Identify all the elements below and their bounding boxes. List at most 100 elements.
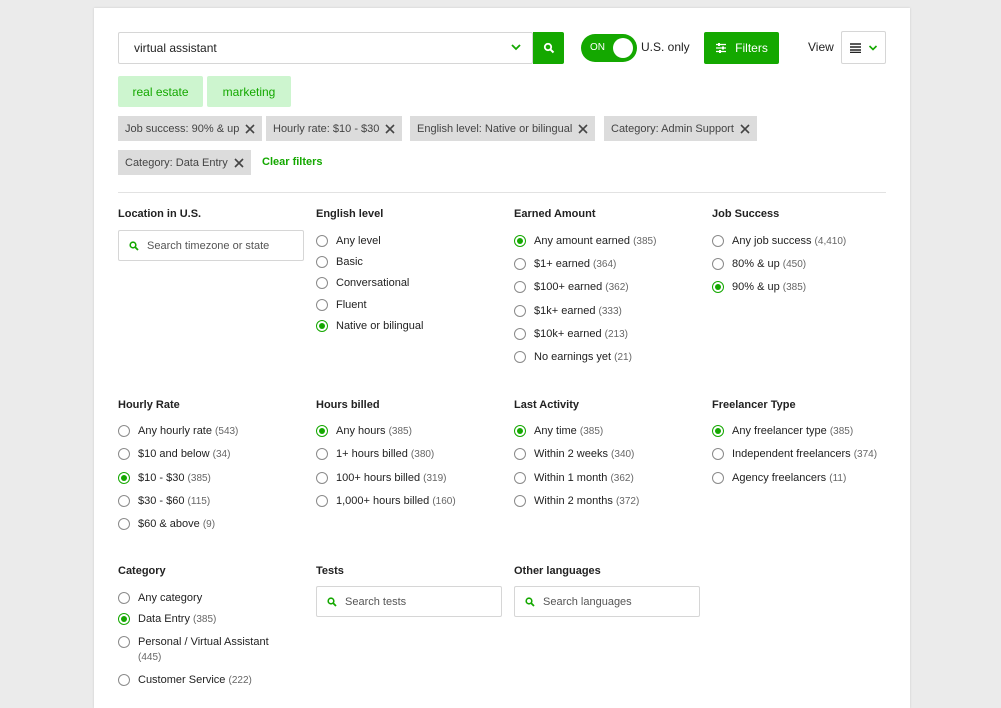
chevron-down-icon bbox=[868, 44, 877, 51]
radio-selected[interactable] bbox=[514, 425, 526, 437]
radio-option[interactable]: 1+ hours billed (380) bbox=[316, 448, 434, 461]
radio-option[interactable]: 80% & up (450) bbox=[712, 258, 806, 271]
option-text: Native or bilingual bbox=[336, 320, 424, 332]
radio-unselected[interactable] bbox=[118, 448, 130, 460]
radio-unselected[interactable] bbox=[118, 425, 130, 437]
radio-option[interactable]: 90% & up (385) bbox=[712, 281, 806, 294]
skill-tag-real-estate[interactable]: real estate bbox=[118, 76, 203, 107]
radio-unselected[interactable] bbox=[316, 299, 328, 311]
radio-unselected[interactable] bbox=[712, 258, 724, 270]
radio-option[interactable]: Any hourly rate (543) bbox=[118, 425, 238, 438]
radio-unselected[interactable] bbox=[514, 495, 526, 507]
radio-unselected[interactable] bbox=[316, 235, 328, 247]
radio-selected[interactable] bbox=[118, 472, 130, 484]
radio-option[interactable]: Independent freelancers (374) bbox=[712, 448, 877, 461]
radio-selected[interactable] bbox=[712, 425, 724, 437]
option-text: $10 and below bbox=[138, 448, 210, 460]
close-icon[interactable] bbox=[385, 123, 395, 134]
option-text: Any hours bbox=[336, 425, 386, 437]
filter-chip[interactable]: Category: Data Entry bbox=[118, 150, 251, 175]
radio-option[interactable]: Any freelancer type (385) bbox=[712, 425, 853, 438]
filters-button[interactable]: Filters bbox=[704, 32, 779, 64]
radio-option[interactable]: $10 and below (34) bbox=[118, 448, 230, 461]
radio-option[interactable]: Any amount earned (385) bbox=[514, 235, 656, 248]
filter-chip[interactable]: Hourly rate: $10 - $30 bbox=[266, 116, 403, 141]
radio-option[interactable]: $10k+ earned (213) bbox=[514, 328, 628, 341]
radio-option[interactable]: Any job success (4,410) bbox=[712, 235, 846, 248]
close-icon[interactable] bbox=[740, 123, 750, 134]
radio-unselected[interactable] bbox=[118, 674, 130, 686]
radio-selected[interactable] bbox=[514, 235, 526, 247]
radio-option[interactable]: Any category bbox=[118, 592, 202, 605]
search-button[interactable] bbox=[533, 32, 564, 64]
radio-unselected[interactable] bbox=[712, 448, 724, 460]
radio-unselected[interactable] bbox=[316, 277, 328, 289]
option-text: Independent freelancers bbox=[732, 448, 851, 460]
radio-selected[interactable] bbox=[316, 320, 328, 332]
radio-option[interactable]: $1k+ earned (333) bbox=[514, 305, 622, 318]
option-count: (222) bbox=[228, 675, 252, 686]
radio-option[interactable]: $30 - $60 (115) bbox=[118, 495, 210, 508]
radio-option[interactable]: Customer Service (222) bbox=[118, 674, 252, 687]
radio-unselected[interactable] bbox=[118, 636, 130, 648]
radio-option[interactable]: Any level bbox=[316, 235, 381, 248]
radio-option[interactable]: 100+ hours billed (319) bbox=[316, 472, 447, 485]
radio-option[interactable]: Any time (385) bbox=[514, 425, 603, 438]
radio-unselected[interactable] bbox=[514, 258, 526, 270]
filter-chip[interactable]: Category: Admin Support bbox=[604, 116, 757, 141]
skill-tag-marketing[interactable]: marketing bbox=[207, 76, 291, 107]
radio-option[interactable]: Conversational bbox=[316, 277, 409, 290]
filter-chip[interactable]: English level: Native or bilingual bbox=[410, 116, 596, 141]
radio-selected[interactable] bbox=[316, 425, 328, 437]
location-search-input[interactable]: Search timezone or state bbox=[118, 230, 304, 261]
radio-option[interactable]: Personal / Virtual Assistant (445) bbox=[118, 636, 298, 664]
radio-unselected[interactable] bbox=[514, 281, 526, 293]
radio-unselected[interactable] bbox=[118, 592, 130, 604]
radio-option[interactable]: $1+ earned (364) bbox=[514, 258, 616, 271]
close-icon[interactable] bbox=[245, 123, 255, 134]
radio-option[interactable]: Within 2 months (372) bbox=[514, 495, 639, 508]
radio-selected[interactable] bbox=[118, 613, 130, 625]
radio-unselected[interactable] bbox=[514, 305, 526, 317]
radio-option[interactable]: Data Entry (385) bbox=[118, 613, 216, 626]
section-title-tests: Tests bbox=[316, 565, 344, 577]
radio-unselected[interactable] bbox=[514, 472, 526, 484]
radio-option[interactable]: 1,000+ hours billed (160) bbox=[316, 495, 456, 508]
radio-selected[interactable] bbox=[712, 281, 724, 293]
close-icon[interactable] bbox=[578, 123, 588, 134]
tests-search-input[interactable]: Search tests bbox=[316, 586, 502, 617]
radio-option[interactable]: $60 & above (9) bbox=[118, 518, 215, 531]
radio-unselected[interactable] bbox=[514, 448, 526, 460]
radio-unselected[interactable] bbox=[118, 518, 130, 530]
radio-unselected[interactable] bbox=[712, 472, 724, 484]
view-select[interactable] bbox=[841, 31, 886, 64]
radio-unselected[interactable] bbox=[316, 495, 328, 507]
chevron-down-icon[interactable] bbox=[510, 41, 522, 53]
tests-placeholder: Search tests bbox=[345, 595, 407, 608]
radio-option[interactable]: No earnings yet (21) bbox=[514, 351, 632, 364]
radio-unselected[interactable] bbox=[316, 256, 328, 268]
radio-option[interactable]: Basic bbox=[316, 256, 363, 269]
radio-option[interactable]: $100+ earned (362) bbox=[514, 281, 629, 294]
us-only-toggle[interactable]: ON bbox=[581, 34, 637, 62]
radio-option[interactable]: Any hours (385) bbox=[316, 425, 412, 438]
radio-unselected[interactable] bbox=[514, 351, 526, 363]
radio-option[interactable]: Native or bilingual bbox=[316, 320, 423, 333]
radio-unselected[interactable] bbox=[514, 328, 526, 340]
radio-option[interactable]: Within 1 month (362) bbox=[514, 472, 634, 485]
filter-chip[interactable]: Job success: 90% & up bbox=[118, 116, 263, 141]
radio-unselected[interactable] bbox=[712, 235, 724, 247]
radio-unselected[interactable] bbox=[316, 472, 328, 484]
radio-unselected[interactable] bbox=[118, 495, 130, 507]
option-text: Any level bbox=[336, 235, 381, 247]
clear-filters-link[interactable]: Clear filters bbox=[262, 156, 323, 168]
radio-option[interactable]: Agency freelancers (11) bbox=[712, 472, 846, 485]
radio-option[interactable]: Within 2 weeks (340) bbox=[514, 448, 634, 461]
search-input[interactable]: virtual assistant bbox=[118, 32, 533, 64]
languages-search-input[interactable]: Search languages bbox=[514, 586, 700, 617]
radio-option[interactable]: $10 - $30 (385) bbox=[118, 472, 211, 485]
radio-option[interactable]: Fluent bbox=[316, 299, 367, 312]
close-icon[interactable] bbox=[234, 157, 244, 168]
radio-unselected[interactable] bbox=[316, 448, 328, 460]
option-count: (213) bbox=[604, 329, 629, 340]
